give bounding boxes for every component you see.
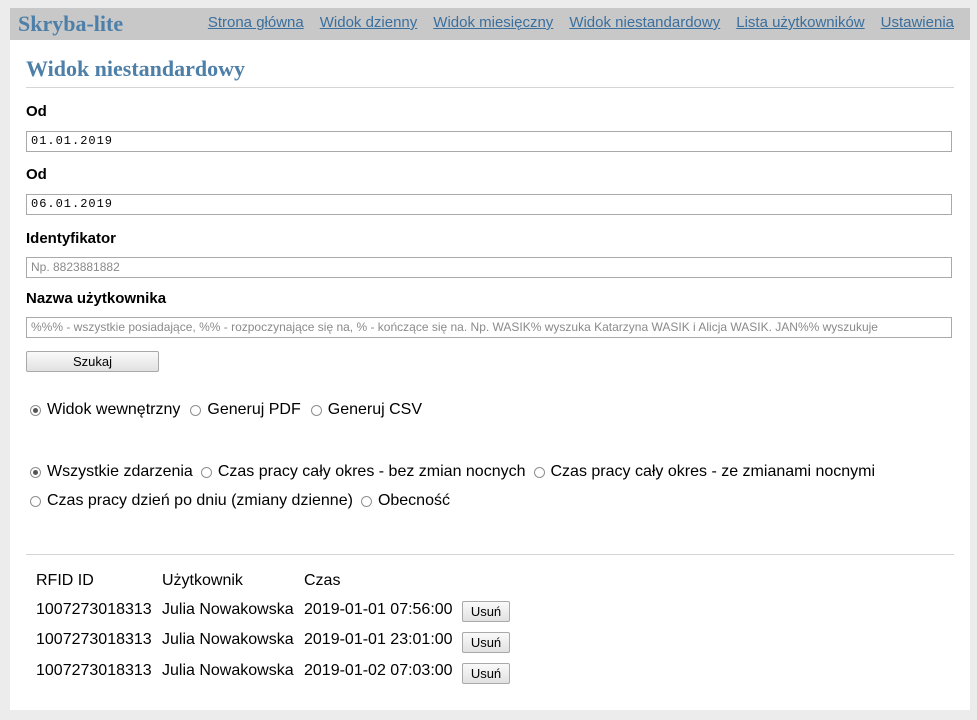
row-user: Julia Nowakowska [162,601,294,618]
results-divider [26,554,954,555]
main-content: Widok niestandardowy Od 01.01.2019 Od 06… [10,40,970,710]
app-brand: Skryba-lite [18,11,124,36]
report-attendance-option[interactable]: Obecność [360,492,450,510]
output-pdf-label: Generuj PDF [207,401,301,418]
row-time: 2019-01-01 23:01:00 [304,631,453,648]
report-attendance-label: Obecność [377,492,450,509]
report-all-events-label: Wszystkie zdarzenia [47,463,193,480]
header-user: Użytkownik [162,572,243,589]
row-rfid: 1007273018313 [36,631,152,648]
delete-button[interactable]: Usuń [462,663,510,684]
page-title: Widok niestandardowy [26,56,246,81]
report-day-by-day-option[interactable]: Czas pracy dzień po dniu (zmiany dzienne… [30,492,353,510]
top-bar: Skryba-lite Strona główna Widok dzienny … [10,8,970,40]
radio-report-day-by-day[interactable] [30,495,41,507]
radio-output-pdf[interactable] [190,404,202,416]
username-label: Nazwa użytkownika [26,290,167,307]
delete-button[interactable]: Usuń [462,632,510,653]
radio-output-internal[interactable] [30,404,41,416]
date-to-label: Od [26,166,47,183]
row-user: Julia Nowakowska [162,631,294,648]
search-button[interactable]: Szukaj [26,351,159,372]
report-all-events-option[interactable]: Wszystkie zdarzenia [30,463,193,481]
row-rfid: 1007273018313 [36,662,152,679]
date-from-label: Od [26,103,47,120]
report-worktime-no-night-option[interactable]: Czas pracy cały okres - bez zmian nocnyc… [200,463,526,481]
report-type-group-row2: Czas pracy dzień po dniu (zmiany dzienne… [30,492,460,510]
output-pdf-option[interactable]: Generuj PDF [190,401,301,419]
identifier-input[interactable]: Np. 8823881882 [26,257,952,278]
nav-link-daily-view[interactable]: Widok dzienny [320,14,418,31]
row-rfid: 1007273018313 [36,601,152,618]
output-internal-option[interactable]: Widok wewnętrzny [30,401,180,419]
row-time: 2019-01-01 07:56:00 [304,601,453,618]
output-format-group: Widok wewnętrzny Generuj PDF Generuj CSV [30,401,432,419]
nav-link-custom-view[interactable]: Widok niestandardowy [569,14,720,31]
output-internal-label: Widok wewnętrzny [47,401,181,418]
report-worktime-night-label: Czas pracy cały okres - ze zmianami nocn… [550,463,876,480]
output-csv-option[interactable]: Generuj CSV [310,401,423,419]
nav-link-user-list[interactable]: Lista użytkowników [736,14,864,31]
title-divider [26,87,954,88]
report-type-group-row1: Wszystkie zdarzenia Czas pracy cały okre… [30,463,885,481]
identifier-label: Identyfikator [26,230,117,247]
header-rfid-id: RFID ID [36,572,94,589]
row-user: Julia Nowakowska [162,662,294,679]
delete-button[interactable]: Usuń [462,601,510,622]
nav-link-settings[interactable]: Ustawienia [881,14,954,31]
radio-report-worktime-no-night[interactable] [200,466,212,478]
date-from-input[interactable]: 01.01.2019 [26,131,952,152]
radio-report-worktime-night[interactable] [533,466,545,478]
header-time: Czas [304,572,341,589]
radio-report-all-events[interactable] [30,466,41,478]
report-day-by-day-label: Czas pracy dzień po dniu (zmiany dzienne… [47,492,353,509]
radio-report-attendance[interactable] [360,495,372,507]
row-time: 2019-01-02 07:03:00 [304,662,453,679]
date-to-input[interactable]: 06.01.2019 [26,194,952,215]
report-worktime-no-night-label: Czas pracy cały okres - bez zmian nocnyc… [217,463,526,480]
nav-link-monthly-view[interactable]: Widok miesięczny [433,14,553,31]
output-csv-label: Generuj CSV [327,401,423,418]
main-nav: Strona główna Widok dzienny Widok miesię… [208,14,954,31]
radio-output-csv[interactable] [310,404,322,416]
username-input[interactable]: %%% - wszystkie posiadające, %% - rozpoc… [26,317,952,338]
nav-link-home[interactable]: Strona główna [208,14,304,31]
report-worktime-night-option[interactable]: Czas pracy cały okres - ze zmianami nocn… [533,463,876,481]
